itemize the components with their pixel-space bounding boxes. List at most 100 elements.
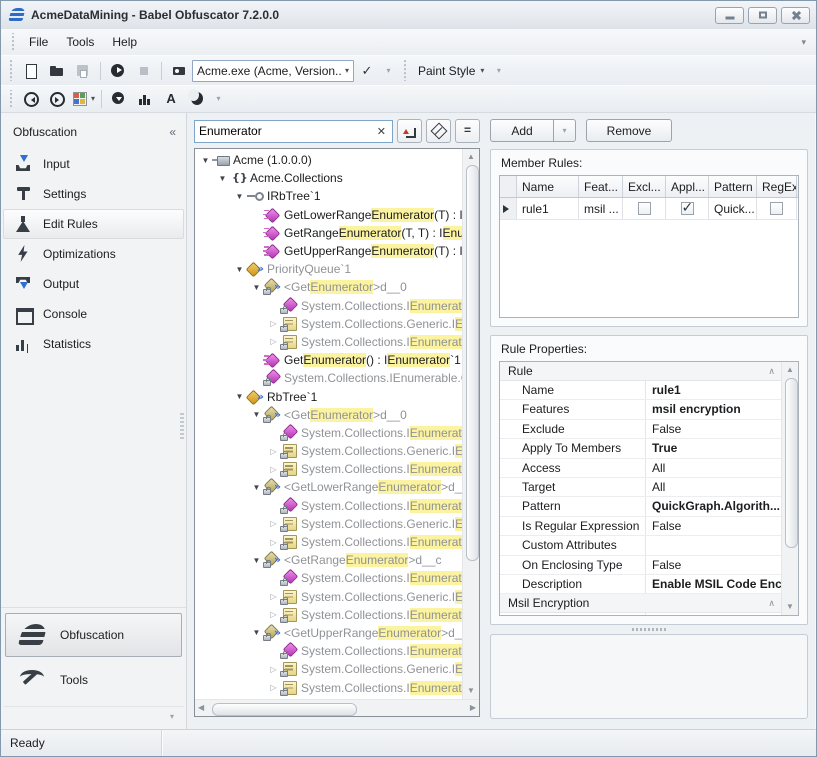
property-value[interactable]: False (646, 517, 781, 535)
tree-item[interactable]: ▼<GetRangeEnumerator>d__c (195, 551, 462, 569)
tree-item[interactable]: System.Collections.IEnumerable.GetE (195, 369, 462, 387)
property-value[interactable]: All (646, 459, 781, 477)
menu-tools[interactable]: Tools (57, 32, 103, 52)
tree-expander[interactable]: ▼ (216, 174, 229, 183)
tree-expander[interactable]: ▼ (233, 265, 246, 274)
run-obfuscation-button[interactable] (106, 59, 130, 83)
toolbar-grip[interactable] (8, 60, 13, 80)
navigate-forward-button[interactable] (45, 87, 69, 111)
tree-expander[interactable]: ▼ (233, 192, 246, 201)
tree-expander[interactable]: ▷ (267, 610, 280, 619)
scrollbar-thumb[interactable] (785, 378, 796, 599)
tree-item[interactable]: GetUpperRangeEnumerator(T) : IEnur (195, 242, 462, 260)
tree-item[interactable]: ▼IRbTree`1 (195, 187, 462, 205)
tree-expander[interactable]: ▷ (267, 538, 280, 547)
property-value[interactable]: Enable MSIL Code Enc... (646, 575, 781, 593)
close-button[interactable] (781, 7, 810, 24)
tree-item[interactable]: ▷System.Collections.Generic.IEnum (195, 315, 462, 333)
clear-search-button[interactable]: ✕ (375, 125, 388, 138)
column-header-feat-[interactable]: Feat... (579, 176, 623, 197)
add-rule-dropdown-button[interactable]: ▾ (554, 119, 576, 142)
chart-view-button[interactable] (133, 87, 157, 111)
sidebar-item-edit-rules[interactable]: Edit Rules (3, 209, 184, 239)
tree-item[interactable]: ▷System.Collections.IEnumerator.C (195, 533, 462, 551)
tree-item[interactable]: ▷System.Collections.IEnumerator.C (195, 678, 462, 696)
scroll-down-icon[interactable]: ▼ (465, 684, 477, 698)
tree-item[interactable]: ▼<GetLowerRangeEnumerator>d__8 (195, 478, 462, 496)
tree-item[interactable]: GetEnumerator() : IEnumerator`1 (195, 351, 462, 369)
assembly-dropdown-button[interactable]: ▾ (381, 59, 396, 83)
scroll-left-icon[interactable]: ◀ (196, 701, 206, 715)
checkbox[interactable] (770, 202, 783, 215)
scroll-down-icon[interactable]: ▼ (784, 600, 796, 614)
property-value[interactable]: True (646, 613, 781, 615)
sidebar-item-optimizations[interactable]: Optimizations (3, 239, 184, 269)
properties-vertical-scrollbar[interactable]: ▲ ▼ (781, 362, 798, 615)
checkbox[interactable] (681, 202, 694, 215)
tree-horizontal-scrollbar[interactable]: ◀ ▶ (195, 699, 479, 716)
open-project-button[interactable] (45, 59, 69, 83)
scrollbar-thumb[interactable] (466, 165, 477, 683)
toolbar-grip[interactable] (402, 60, 407, 80)
mode-button-tools[interactable]: Tools (5, 658, 182, 702)
table-row[interactable]: rule1msil ...Quick... (500, 198, 798, 220)
sidebar-item-statistics[interactable]: Statistics (3, 329, 184, 359)
tree-item[interactable]: GetRangeEnumerator(T, T) : IEnumer (195, 224, 462, 242)
tree-expander[interactable]: ▼ (233, 392, 246, 401)
tree-expander[interactable]: ▼ (250, 283, 263, 292)
navigate-back-button[interactable] (19, 87, 43, 111)
panel-options-icon[interactable]: ▾ (170, 713, 174, 721)
tree-item[interactable]: ▼<GetUpperRangeEnumerator>d__4 (195, 624, 462, 642)
view-grid-button[interactable]: ▾ (71, 87, 96, 111)
collapse-sidebar-button[interactable]: « (169, 125, 176, 139)
cell-regex-checkbox[interactable] (757, 198, 797, 219)
tree-item[interactable]: System.Collections.IEnumerator.R (195, 297, 462, 315)
collapse-chevron-icon[interactable]: ∧ (768, 598, 775, 609)
tree-item[interactable]: ▼<GetEnumerator>d__0 (195, 406, 462, 424)
paint-style-button[interactable]: Paint Style ▾ (412, 59, 490, 83)
tree-vertical-scrollbar[interactable]: ▲ ▼ (462, 149, 479, 699)
tree-expander[interactable]: ▷ (267, 592, 280, 601)
theme-button[interactable] (185, 87, 209, 111)
tree-item[interactable]: ▷System.Collections.IEnumerator.C (195, 606, 462, 624)
collapse-chevron-icon[interactable]: ∧ (768, 366, 775, 377)
tree-item[interactable]: ▼<GetEnumerator>d__0 (195, 278, 462, 296)
nav-overflow-button[interactable]: ▾ (211, 87, 226, 111)
property-group-msil-encryption[interactable]: Msil Encryption∧ (500, 594, 781, 613)
font-button[interactable]: A (159, 87, 183, 111)
tree-expander[interactable]: ▼ (250, 483, 263, 492)
tree-item[interactable]: ▷System.Collections.Generic.IEnum (195, 442, 462, 460)
property-value[interactable]: msil encryption (646, 400, 781, 418)
property-value[interactable]: rule1 (646, 381, 781, 399)
property-value[interactable]: All (646, 478, 781, 496)
confirm-assembly-button[interactable]: ✓ (355, 59, 379, 83)
cell-features[interactable]: msil ... (579, 198, 623, 219)
tree-expander[interactable]: ▷ (267, 665, 280, 674)
stop-button[interactable] (132, 59, 156, 83)
tree-expander[interactable]: ▼ (199, 156, 212, 165)
remove-rule-button[interactable]: Remove (586, 119, 672, 142)
tree-item[interactable]: System.Collections.IEnumerator.R (195, 569, 462, 587)
tree-item[interactable]: ▷System.Collections.Generic.IEnum (195, 515, 462, 533)
tree-item[interactable]: ▷System.Collections.IEnumerator.C (195, 333, 462, 351)
flat-view-button[interactable]: = (455, 119, 480, 143)
column-header-appl-[interactable]: Appl... (666, 176, 709, 197)
property-group-rule[interactable]: Rule∧ (500, 362, 781, 381)
tree-expander[interactable]: ▼ (250, 628, 263, 637)
swap-references-button[interactable] (397, 119, 422, 143)
property-value[interactable]: False (646, 420, 781, 438)
assembly-combobox[interactable]: Acme.exe (Acme, Version... ▾ (192, 60, 354, 82)
new-project-button[interactable] (19, 59, 43, 83)
add-rule-button[interactable]: Add (490, 119, 554, 142)
tree-expander[interactable]: ▷ (267, 683, 280, 692)
tree-expander[interactable]: ▷ (267, 319, 280, 328)
target-view-button[interactable] (107, 87, 131, 111)
sidebar-resize-grip[interactable] (180, 413, 184, 439)
tree-expander[interactable]: ▷ (267, 519, 280, 528)
tree-expander[interactable]: ▷ (267, 337, 280, 346)
scroll-right-icon[interactable]: ▶ (468, 701, 478, 715)
maximize-button[interactable] (748, 7, 777, 24)
menu-overflow-icon[interactable]: ▾ (795, 37, 812, 48)
tree-expander[interactable]: ▷ (267, 465, 280, 474)
tree-expander[interactable]: ▼ (250, 556, 263, 565)
